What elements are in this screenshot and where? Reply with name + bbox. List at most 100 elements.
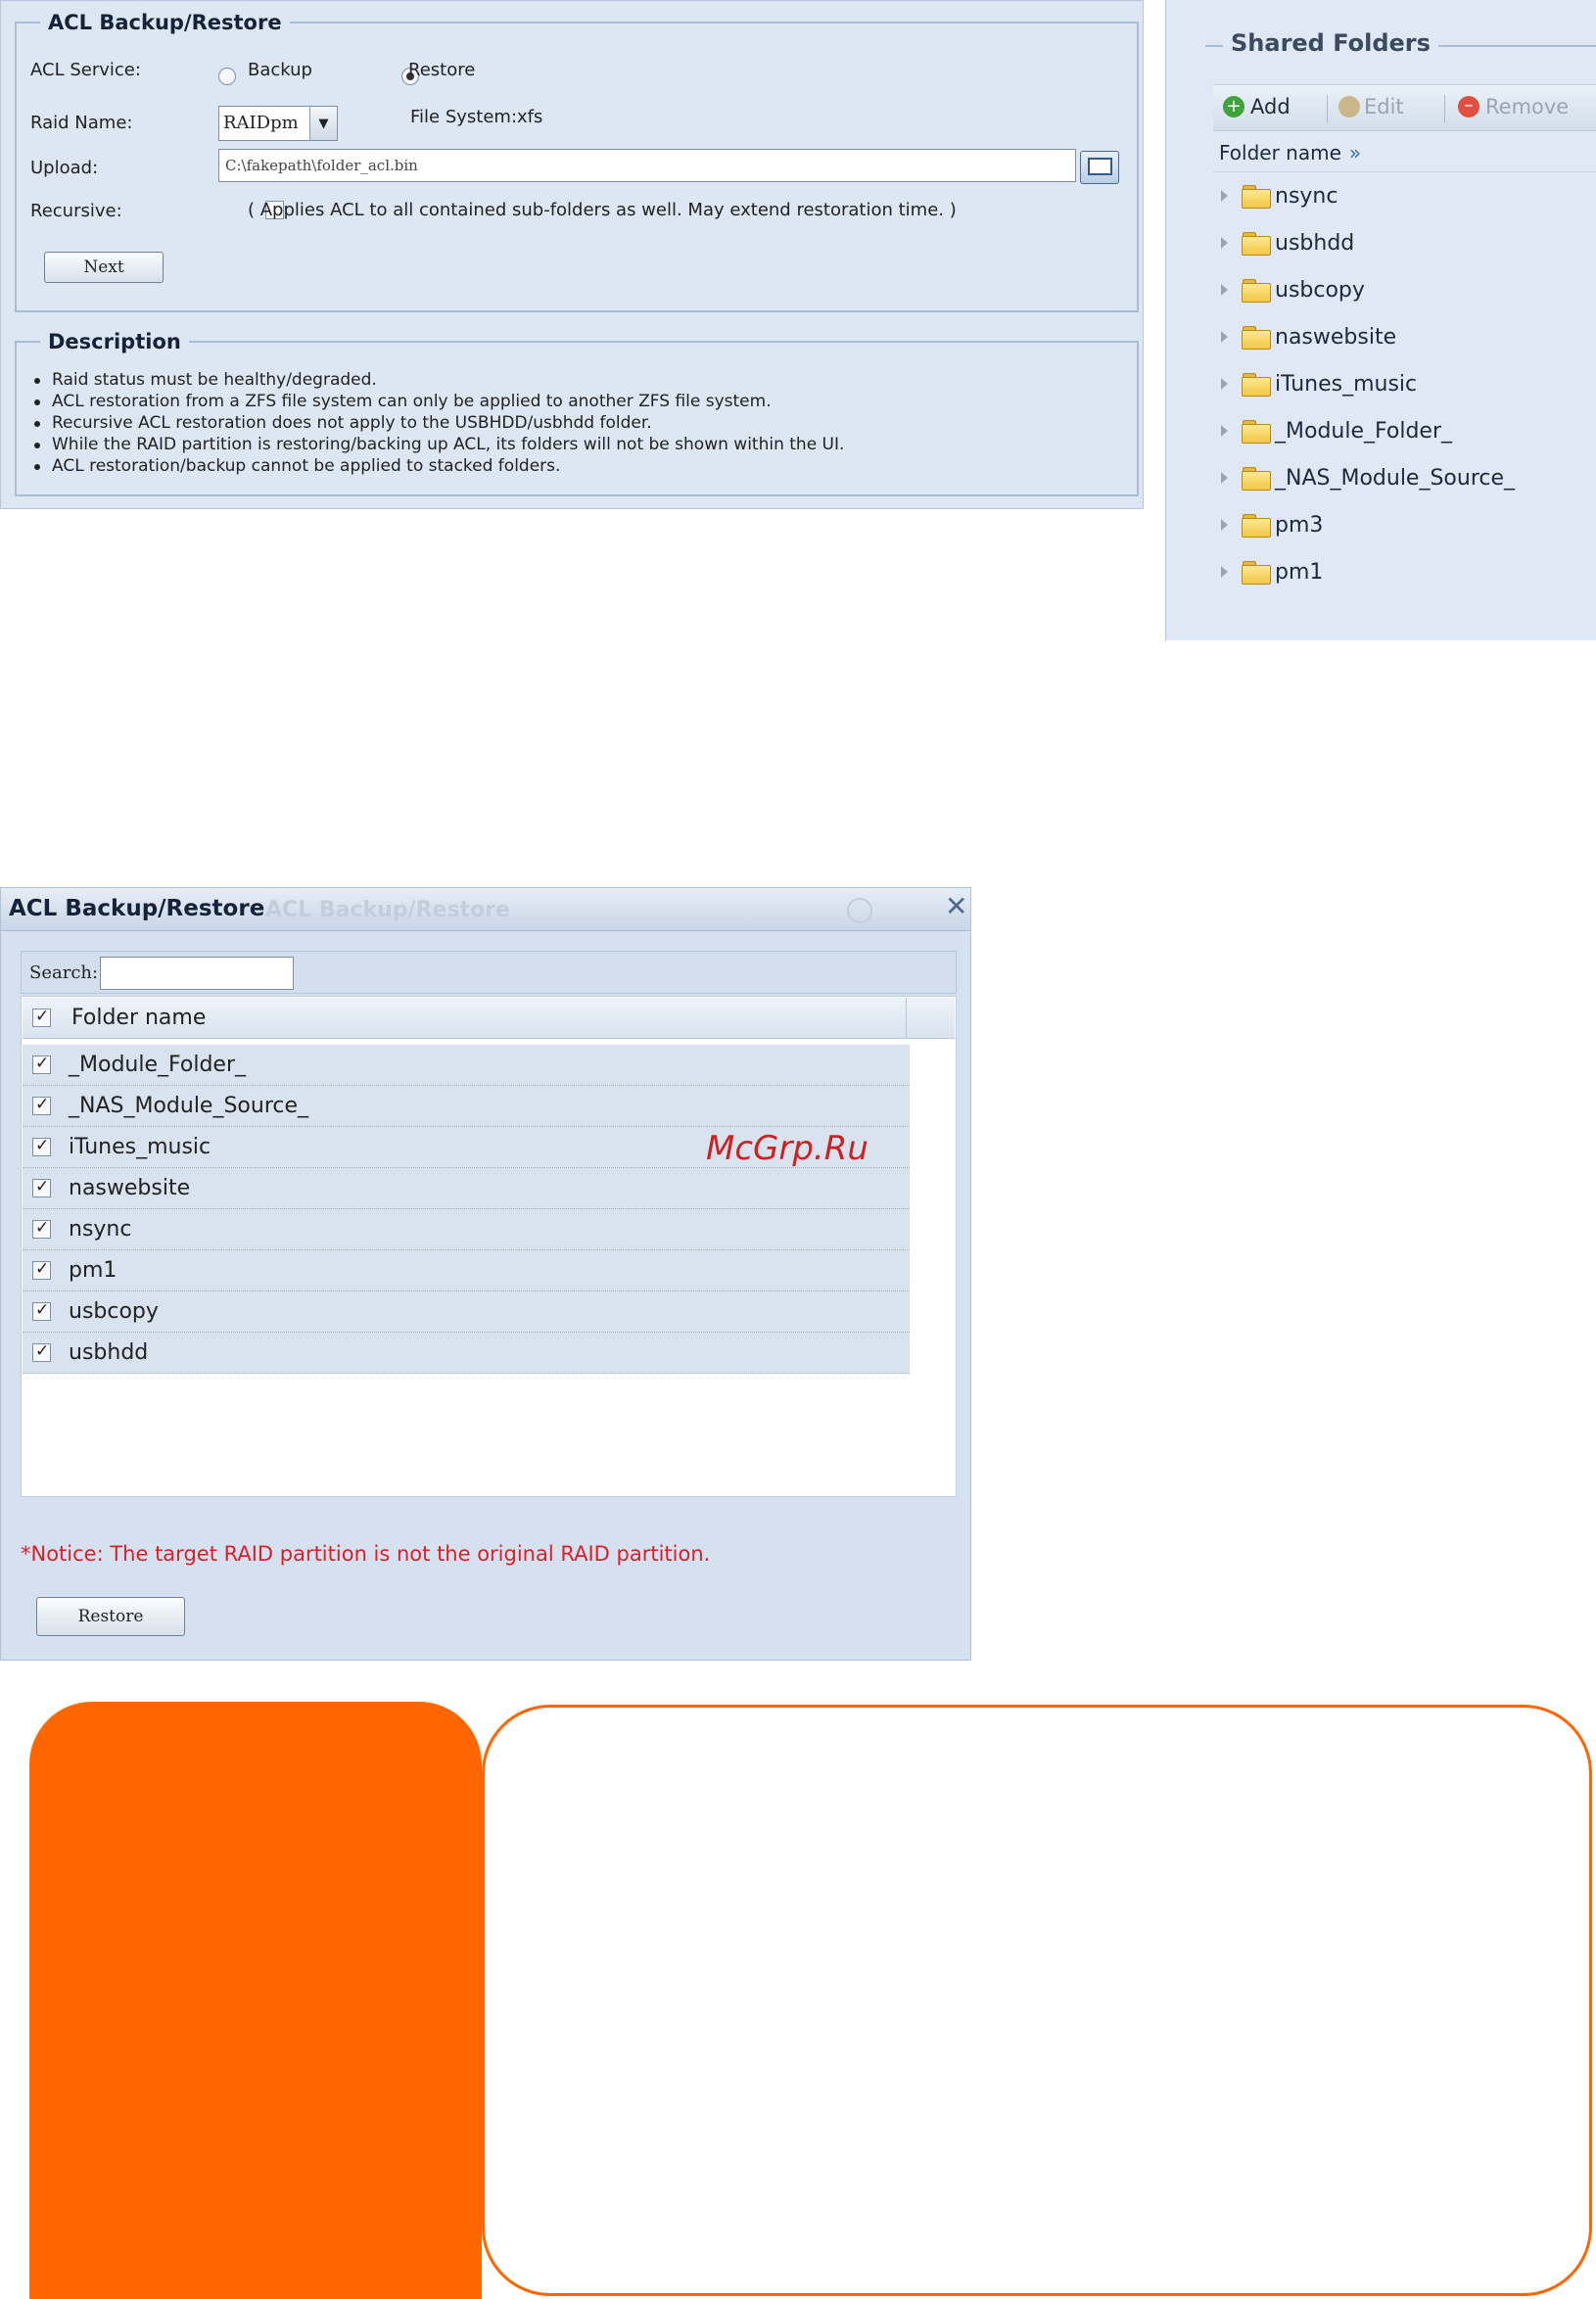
expand-arrow-icon[interactable] [1221, 425, 1228, 437]
file-system-text: File System:xfs [410, 107, 543, 127]
expand-arrow-icon[interactable] [1221, 472, 1228, 484]
folder-tree-item[interactable]: usbhdd [1221, 228, 1354, 258]
chevron-down-icon[interactable]: ▼ [309, 107, 337, 140]
browse-file-button[interactable] [1080, 151, 1119, 184]
raid-name-select[interactable]: RAIDpm ▼ [218, 106, 338, 141]
grid-header: Folder name [23, 998, 955, 1039]
table-row[interactable]: nsync [23, 1209, 910, 1250]
toolbar-separator [1327, 95, 1328, 122]
restore-button[interactable]: Restore [36, 1597, 185, 1636]
acl-settings-legend: ACL Backup/Restore [48, 11, 282, 34]
expand-arrow-icon[interactable] [1221, 284, 1228, 296]
help-icon [847, 898, 872, 923]
table-row[interactable]: pm1 [23, 1250, 910, 1291]
raid-name-label: Raid Name: [30, 113, 133, 133]
expand-arrow-icon[interactable] [1221, 378, 1228, 390]
search-input[interactable] [100, 957, 294, 990]
select-all-checkbox[interactable] [32, 1007, 51, 1027]
folder-tree-label: nsync [1275, 183, 1338, 209]
add-folder-label: Add [1250, 95, 1291, 118]
folder-tree-item[interactable]: _NAS_Module_Source_ [1221, 463, 1515, 493]
row-checkbox[interactable] [32, 1218, 51, 1239]
expand-arrow-icon[interactable] [1221, 331, 1228, 343]
row-checkbox[interactable] [32, 1177, 51, 1197]
expand-arrow-icon[interactable] [1221, 237, 1228, 249]
row-checkbox[interactable] [32, 1341, 51, 1362]
description-item: Raid status must be healthy/degraded. [30, 369, 1127, 391]
expand-arrow-icon[interactable] [1221, 190, 1228, 202]
folder-tree-item[interactable]: iTunes_music [1221, 369, 1417, 399]
folder-tree-item[interactable]: usbcopy [1221, 275, 1365, 305]
toolbar-separator [1444, 95, 1445, 122]
folder-tree-label: _Module_Folder_ [1275, 418, 1452, 444]
remove-folder-button[interactable]: – Remove [1458, 95, 1569, 118]
row-checkbox[interactable] [32, 1136, 51, 1156]
notice-text: *Notice: The target RAID partition is no… [21, 1542, 711, 1566]
double-chevron-right-icon[interactable]: » [1349, 141, 1361, 164]
acl-restore-dialog: ACL Backup/Restore ACL Backup/Restore ✕ … [0, 887, 971, 1661]
backup-radio[interactable] [218, 67, 236, 85]
folder-tree-item[interactable]: pm3 [1221, 510, 1323, 540]
folder-name-header-label: Folder name [1219, 140, 1341, 164]
edit-folder-label: Edit [1364, 95, 1404, 118]
folder-tree-label: usbcopy [1275, 277, 1365, 303]
gear-icon [1338, 96, 1360, 117]
description-item: Recursive ACL restoration does not apply… [30, 412, 1127, 434]
shared-folders-panel: Shared Folders + Add Edit – Remove Folde… [1165, 0, 1596, 640]
edit-folder-button[interactable]: Edit [1338, 95, 1404, 118]
row-checkbox[interactable] [32, 1095, 51, 1115]
row-folder-name: usbhdd [69, 1340, 149, 1365]
expand-arrow-icon[interactable] [1221, 519, 1228, 531]
ghost-title: ACL Backup/Restore [265, 898, 510, 922]
row-checkbox[interactable] [32, 1259, 51, 1280]
folder-name-column-header[interactable]: Folder name » [1213, 133, 1596, 172]
recursive-description: ( Applies ACL to all contained sub-folde… [248, 200, 957, 220]
table-row[interactable]: _Module_Folder_ [23, 1045, 910, 1086]
folder-tree-item[interactable]: naswebsite [1221, 322, 1396, 352]
shared-folders-legend: Shared Folders [1223, 29, 1438, 57]
remove-folder-label: Remove [1485, 95, 1570, 118]
row-folder-name: _Module_Folder_ [69, 1053, 246, 1077]
description-list: Raid status must be healthy/degraded. AC… [30, 369, 1127, 477]
folder-tree-label: pm1 [1275, 559, 1324, 585]
upload-file-input[interactable]: C:\fakepath\folder_acl.bin [218, 149, 1076, 182]
orange-side-tab [29, 1702, 482, 2299]
table-row[interactable]: usbcopy [23, 1291, 910, 1333]
table-row[interactable]: naswebsite [23, 1168, 910, 1209]
folder-tree-item[interactable]: pm1 [1221, 557, 1323, 586]
row-folder-name: pm1 [69, 1258, 117, 1283]
row-folder-name: iTunes_music [69, 1135, 211, 1159]
restore-radio-label: Restore [408, 60, 476, 80]
next-button[interactable]: Next [44, 252, 164, 283]
acl-service-label: ACL Service: [30, 60, 141, 80]
description-item: ACL restoration/backup cannot be applied… [30, 455, 1127, 477]
folder-icon [1242, 185, 1271, 209]
minus-icon: – [1458, 96, 1479, 117]
search-label: Search: [29, 962, 99, 983]
folder-tree-label: iTunes_music [1275, 371, 1418, 397]
folder-icon [1242, 420, 1271, 444]
expand-arrow-icon[interactable] [1221, 566, 1228, 578]
add-folder-button[interactable]: + Add [1223, 95, 1291, 118]
shared-folders-toolbar: + Add Edit – Remove [1213, 84, 1596, 131]
folder-tree-item[interactable]: _Module_Folder_ [1221, 416, 1452, 446]
close-icon[interactable]: ✕ [945, 892, 967, 921]
row-checkbox[interactable] [32, 1300, 51, 1321]
row-checkbox[interactable] [32, 1054, 51, 1074]
row-folder-name: naswebsite [69, 1176, 191, 1200]
folder-tree-label: usbhdd [1275, 230, 1355, 256]
description-legend: Description [48, 330, 181, 353]
folder-tree-item[interactable]: nsync [1221, 181, 1338, 211]
description-item: While the RAID partition is restoring/ba… [30, 434, 1127, 455]
table-row[interactable]: usbhdd [23, 1333, 910, 1374]
table-row[interactable]: _NAS_Module_Source_ [23, 1086, 910, 1127]
folder-name-column-header[interactable]: Folder name [71, 1006, 206, 1030]
dialog-title-bar[interactable]: ACL Backup/Restore ACL Backup/Restore ✕ [1, 888, 970, 931]
acl-backup-restore-panel: ACL Backup/Restore ACL Service: Backup R… [0, 0, 1144, 509]
folder-tree-label: naswebsite [1275, 324, 1397, 350]
orange-note-frame [482, 1705, 1592, 2296]
folder-icon [1242, 232, 1271, 256]
folder-icon [1242, 561, 1271, 585]
watermark-text: McGrp.Ru [706, 1129, 868, 1168]
folder-icon [1242, 279, 1271, 303]
